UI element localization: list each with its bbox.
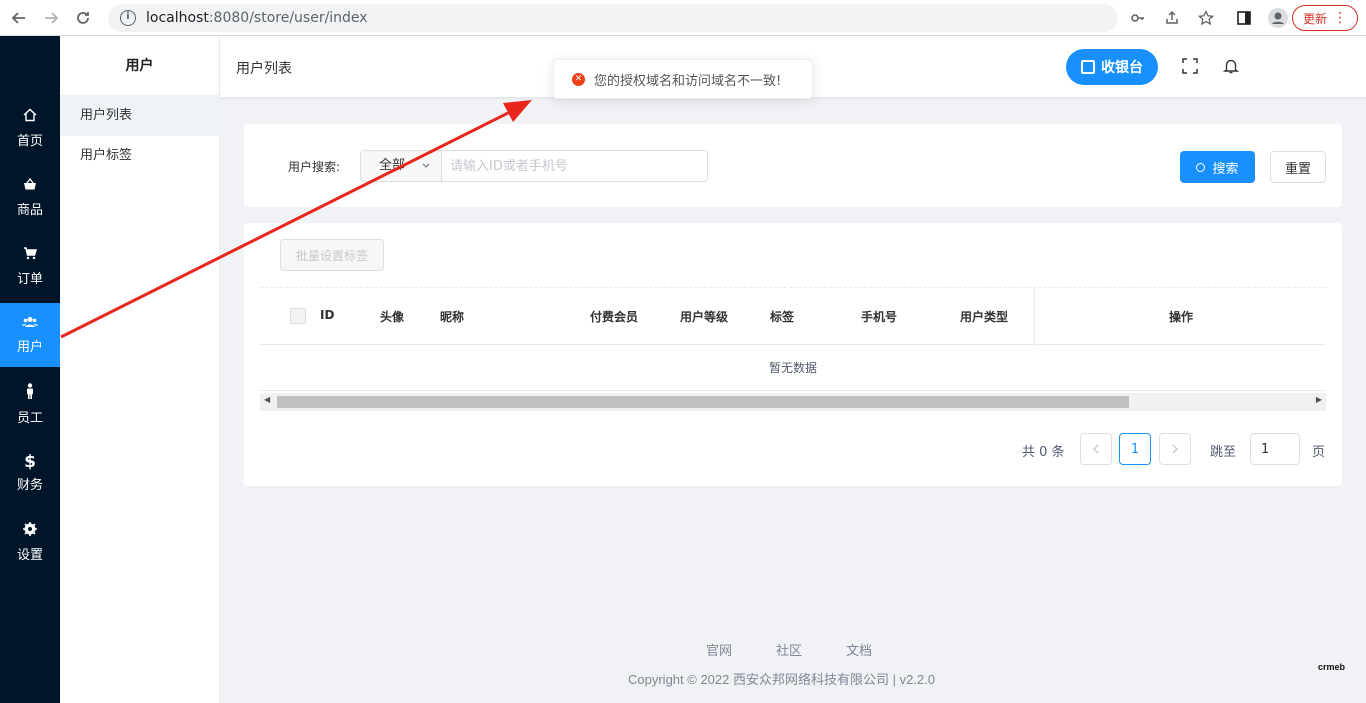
column-user-type: 用户类型: [960, 310, 1009, 324]
empty-table-message: 暂无数据: [260, 345, 1326, 391]
sub-item-user-tags[interactable]: 用户标签: [60, 136, 219, 176]
nav-label: 员工: [16, 410, 43, 426]
prev-page-button[interactable]: [1080, 433, 1112, 465]
sub-sidebar: 用户 用户列表 用户标签: [60, 36, 220, 703]
toast-message: 您的授权域名和访问域名不一致!: [594, 73, 782, 89]
column-nickname: 昵称: [440, 310, 465, 324]
column-id[interactable]: ID: [320, 308, 334, 322]
nav-item-orders[interactable]: 订单: [0, 234, 60, 298]
nav-label: 用户: [16, 339, 43, 355]
update-button[interactable]: 更新 ⋮: [1292, 5, 1358, 31]
search-icon: [1196, 162, 1206, 172]
nav-item-finance[interactable]: $ 财务: [0, 441, 60, 505]
site-info-icon[interactable]: i: [120, 10, 136, 26]
home-icon: [23, 108, 37, 126]
annotation-arrow-head: [503, 100, 532, 122]
column-tags: 标签: [770, 310, 795, 324]
update-label: 更新: [1303, 11, 1328, 26]
scroll-left-arrow-icon[interactable]: ◀: [264, 395, 270, 404]
bell-icon[interactable]: [1222, 58, 1240, 74]
select-value: 全部: [379, 158, 406, 173]
nav-item-settings[interactable]: 设置: [0, 510, 60, 574]
breadcrumb: 用户列表: [236, 61, 292, 77]
profile-avatar-icon[interactable]: [1266, 6, 1290, 30]
basket-icon: [23, 177, 37, 195]
search-button-label: 搜索: [1212, 161, 1239, 177]
nav-item-staff[interactable]: 员工: [0, 372, 60, 436]
forward-icon[interactable]: [38, 5, 64, 31]
column-actions: 操作: [1169, 310, 1194, 324]
nav-label: 商品: [16, 202, 43, 218]
sub-item-user-list[interactable]: 用户列表: [60, 96, 219, 136]
cart-icon: [23, 246, 38, 264]
column-phone: 手机号: [861, 310, 898, 324]
search-input[interactable]: [441, 150, 708, 182]
jump-page-input[interactable]: [1250, 433, 1300, 465]
sub-sidebar-title: 用户: [60, 36, 219, 96]
chevron-down-icon: [421, 151, 431, 194]
jump-to-label: 跳至: [1210, 445, 1237, 460]
cashier-icon: [1081, 60, 1095, 74]
horizontal-scrollbar[interactable]: ◀ ▶: [260, 393, 1326, 411]
column-divider: [1034, 288, 1035, 346]
share-icon[interactable]: [1160, 6, 1184, 30]
column-user-level: 用户等级: [680, 310, 729, 324]
nav-label: 首页: [16, 133, 43, 149]
scroll-right-arrow-icon[interactable]: ▶: [1316, 395, 1322, 404]
footer-link-official-site[interactable]: 官网: [706, 640, 732, 659]
error-toast: ✕ 您的授权域名和访问域名不一致!: [553, 59, 813, 99]
page-unit-label: 页: [1312, 445, 1326, 460]
search-label: 用户搜索:: [288, 160, 341, 174]
column-avatar: 头像: [380, 310, 405, 324]
back-icon[interactable]: [6, 5, 32, 31]
page-button-current[interactable]: 1: [1119, 433, 1151, 465]
key-icon[interactable]: [1126, 6, 1150, 30]
footer-links: 官网 社区 文档: [706, 640, 916, 659]
cashier-label: 收银台: [1101, 60, 1143, 76]
next-page-button[interactable]: [1159, 433, 1191, 465]
search-button[interactable]: 搜索: [1180, 151, 1255, 183]
reload-icon[interactable]: [70, 5, 96, 31]
footer-link-community[interactable]: 社区: [776, 640, 802, 659]
fullscreen-icon[interactable]: [1182, 58, 1198, 74]
user-table-panel: 批量设置标签 ID 头像 昵称 付费会员 用户等级 标签 手机号 用户类型 操作…: [244, 223, 1342, 486]
footer-link-docs[interactable]: 文档: [846, 640, 872, 659]
menu-dots-icon: ⋮: [1333, 10, 1347, 26]
search-panel: 用户搜索: 全部 搜索 重置: [244, 124, 1342, 207]
address-bar[interactable]: i localhost:8080/store/user/index: [108, 4, 1118, 32]
users-icon: [22, 316, 38, 332]
person-icon: [25, 382, 35, 403]
nav-item-home[interactable]: 首页: [0, 96, 60, 160]
reset-button[interactable]: 重置: [1270, 151, 1326, 183]
table-header: ID 头像 昵称 付费会员 用户等级 标签 手机号 用户类型 操作: [260, 287, 1326, 346]
side-panel-icon[interactable]: [1232, 6, 1256, 30]
chevron-right-icon: [1172, 444, 1178, 454]
dollar-icon: $: [24, 451, 36, 472]
batch-set-tags-button[interactable]: 批量设置标签: [280, 239, 384, 271]
select-all-checkbox[interactable]: [290, 308, 306, 324]
chevron-left-icon: [1093, 444, 1099, 454]
nav-item-users[interactable]: 用户: [0, 303, 60, 367]
nav-label: 订单: [16, 271, 43, 287]
bookmark-star-icon[interactable]: [1194, 6, 1218, 30]
main-sidebar: 首页 商品 订单 用户 员工 $ 财务 设置: [0, 36, 60, 703]
url-text: localhost:8080/store/user/index: [146, 10, 368, 26]
pager-total: 共 0 条: [1022, 445, 1065, 460]
crmeb-logo: crmeb: [1318, 662, 1346, 672]
nav-label: 财务: [16, 477, 43, 493]
toolbar-icons: [1126, 6, 1290, 30]
settings-icon: [23, 521, 37, 540]
scrollbar-thumb[interactable]: [277, 396, 1129, 408]
cashier-button[interactable]: 收银台: [1066, 49, 1158, 85]
search-type-select[interactable]: 全部: [360, 150, 442, 182]
error-circle-icon: ✕: [572, 72, 585, 86]
column-paid-member: 付费会员: [590, 310, 639, 324]
nav-item-products[interactable]: 商品: [0, 165, 60, 229]
nav-label: 设置: [16, 547, 43, 563]
copyright-text: Copyright © 2022 西安众邦网络科技有限公司 | v2.2.0: [628, 672, 935, 687]
